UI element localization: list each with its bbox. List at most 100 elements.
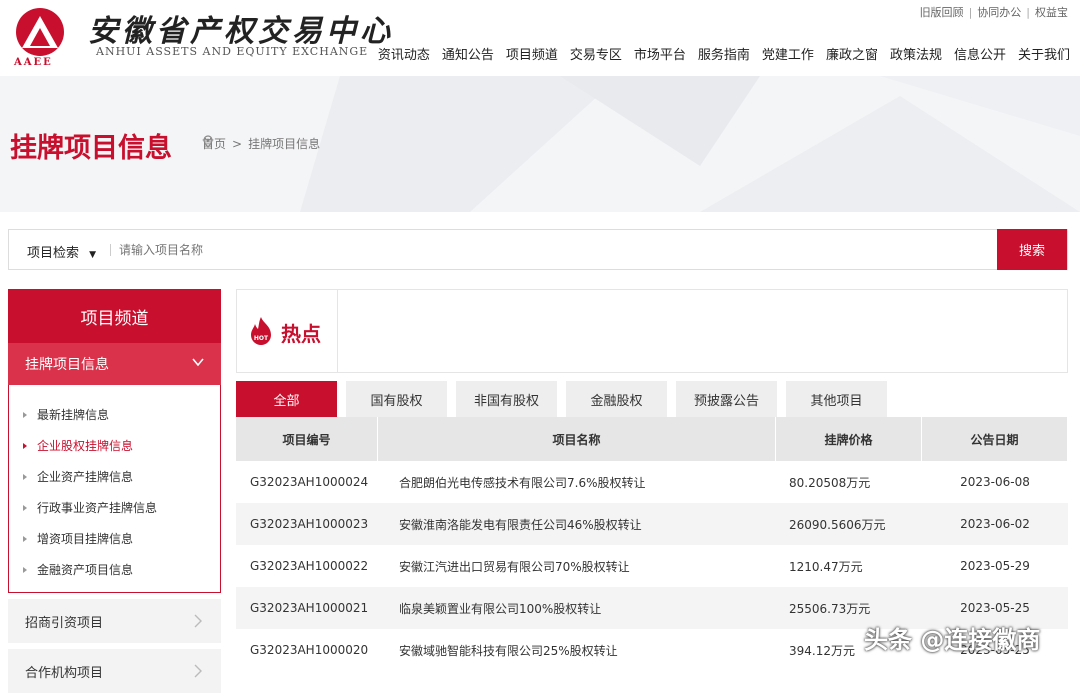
- location-pin-icon: [203, 135, 213, 148]
- column-header-date: 公告日期: [922, 417, 1068, 461]
- cell-date: 2023-05-29: [960, 559, 1030, 573]
- nav-item-projects[interactable]: 项目频道: [506, 44, 558, 63]
- cell-project-id: G32023AH1000023: [250, 517, 369, 531]
- column-header-name: 项目名称: [378, 417, 776, 461]
- cell-project-name[interactable]: 安徽江汽进出口贸易有限公司70%股权转让: [378, 558, 776, 575]
- cell-project-id: G32023AH1000024: [250, 475, 369, 489]
- aaee-logo-icon[interactable]: [10, 6, 70, 58]
- bullet-icon: [23, 411, 27, 418]
- watermark-text: 头条 @连接徽商: [864, 626, 1041, 654]
- tab-pre-disclosure[interactable]: 预披露公告: [676, 381, 777, 417]
- cell-date: 2023-05-25: [960, 601, 1030, 615]
- sidebar-item-latest[interactable]: 最新挂牌信息: [9, 399, 220, 430]
- nav-item-market[interactable]: 市场平台: [634, 44, 686, 63]
- top-link-office[interactable]: 协同办公: [977, 6, 1021, 19]
- nav-item-disclosure[interactable]: 信息公开: [954, 44, 1006, 63]
- cell-price: 26090.5606万元: [789, 517, 886, 532]
- top-link-old-version[interactable]: 旧版回顾: [920, 6, 964, 19]
- page-banner: 挂牌项目信息 首页 > 挂牌项目信息: [0, 76, 1080, 212]
- nav-item-policy[interactable]: 政策法规: [890, 44, 942, 63]
- sidebar-item-partners[interactable]: 合作机构项目: [8, 649, 221, 693]
- hot-icon-text: HOT: [254, 335, 269, 342]
- cell-price: 80.20508万元: [789, 475, 871, 490]
- search-category-select[interactable]: 项目检索 ▼: [27, 242, 96, 261]
- sidebar-item-financial-assets[interactable]: 金融资产项目信息: [9, 554, 220, 585]
- column-header-id: 项目编号: [236, 417, 378, 461]
- chevron-down-icon: [192, 358, 204, 367]
- nav-item-about[interactable]: 关于我们: [1018, 44, 1070, 63]
- search-button[interactable]: 搜索: [997, 229, 1067, 270]
- category-tabs: 全部 国有股权 非国有股权 金融股权 预披露公告 其他项目: [236, 381, 887, 417]
- bullet-icon: [23, 566, 27, 573]
- cell-price: 25506.73万元: [789, 601, 871, 616]
- sidebar-item-label: 行政事业资产挂牌信息: [37, 501, 158, 515]
- sidebar-item-admin-assets[interactable]: 行政事业资产挂牌信息: [9, 492, 220, 523]
- cell-date: 2023-06-02: [960, 517, 1030, 531]
- caret-down-icon: ▼: [89, 250, 97, 260]
- table-row[interactable]: G32023AH1000023 安徽淮南洛能发电有限责任公司46%股权转让 26…: [236, 503, 1068, 545]
- nav-item-news[interactable]: 资讯动态: [378, 44, 430, 63]
- cell-project-id: G32023AH1000020: [250, 643, 369, 657]
- cell-project-name[interactable]: 合肥朗伯光电传感技术有限公司7.6%股权转让: [378, 474, 776, 491]
- sidebar-item-assets[interactable]: 企业资产挂牌信息: [9, 461, 220, 492]
- breadcrumb-current: 挂牌项目信息: [248, 137, 321, 151]
- tab-other[interactable]: 其他项目: [786, 381, 887, 417]
- tab-non-state-equity[interactable]: 非国有股权: [456, 381, 557, 417]
- cell-date: 2023-06-08: [960, 475, 1030, 489]
- site-header: AAEE 安徽省产权交易中心 ANHUI ASSETS AND EQUITY E…: [0, 0, 1080, 76]
- logo-english-name: ANHUI ASSETS AND EQUITY EXCHANGE: [96, 45, 369, 58]
- tab-state-equity[interactable]: 国有股权: [346, 381, 447, 417]
- bullet-icon: [23, 442, 27, 449]
- divider: [110, 244, 111, 256]
- breadcrumb: 首页 > 挂牌项目信息: [202, 135, 320, 152]
- sidebar-item-label: 企业股权挂牌信息: [37, 439, 134, 453]
- hot-title: 热点: [281, 322, 321, 346]
- bullet-icon: [23, 535, 27, 542]
- search-category-label: 项目检索: [27, 246, 80, 261]
- logo-abbreviation: AAEE: [14, 57, 53, 68]
- sidebar-item-capital-increase[interactable]: 增资项目挂牌信息: [9, 523, 220, 554]
- breadcrumb-separator: >: [232, 136, 243, 151]
- cell-price: 1210.47万元: [789, 559, 863, 574]
- sidebar-section-listed[interactable]: 挂牌项目信息: [8, 343, 221, 385]
- sidebar-item-label: 合作机构项目: [25, 665, 104, 681]
- tab-all[interactable]: 全部: [236, 381, 337, 417]
- sidebar-item-investment[interactable]: 招商引资项目: [8, 599, 221, 643]
- nav-item-trading[interactable]: 交易专区: [570, 44, 622, 63]
- search-bar: 项目检索 ▼ 搜索: [8, 229, 1068, 270]
- bullet-icon: [23, 504, 27, 511]
- sidebar-item-label: 金融资产项目信息: [37, 563, 134, 577]
- chevron-right-icon: [194, 614, 202, 628]
- sidebar-title: 项目频道: [8, 289, 221, 343]
- top-link-quanyibao[interactable]: 权益宝: [1035, 6, 1068, 19]
- hot-box: HOT 热点: [236, 289, 1068, 373]
- nav-item-notices[interactable]: 通知公告: [442, 44, 494, 63]
- cell-project-id: G32023AH1000022: [250, 559, 369, 573]
- nav-item-guide[interactable]: 服务指南: [698, 44, 750, 63]
- divider: [337, 290, 338, 372]
- sidebar-item-label: 最新挂牌信息: [37, 408, 110, 422]
- nav-item-integrity[interactable]: 廉政之窗: [826, 44, 878, 63]
- sidebar-item-label: 企业资产挂牌信息: [37, 470, 134, 484]
- nav-item-party[interactable]: 党建工作: [762, 44, 814, 63]
- sidebar-item-equity[interactable]: 企业股权挂牌信息: [9, 430, 220, 461]
- sidebar: 项目频道 挂牌项目信息 最新挂牌信息 企业股权挂牌信息 企业资产挂牌信息 行政事…: [8, 289, 221, 693]
- main-nav: 资讯动态 通知公告 项目频道 交易专区 市场平台 服务指南 党建工作 廉政之窗 …: [378, 44, 1070, 63]
- cell-project-name[interactable]: 安徽域驰智能科技有限公司25%股权转让: [378, 642, 776, 659]
- separator: |: [968, 6, 973, 19]
- tab-financial-equity[interactable]: 金融股权: [566, 381, 667, 417]
- page-title: 挂牌项目信息: [10, 133, 172, 164]
- top-links: 旧版回顾 | 协同办公 | 权益宝: [920, 4, 1068, 20]
- logo-chinese-name[interactable]: 安徽省产权交易中心: [88, 6, 394, 50]
- sidebar-section-label: 挂牌项目信息: [25, 357, 109, 373]
- sidebar-item-label: 招商引资项目: [25, 615, 104, 631]
- table-row[interactable]: G32023AH1000024 合肥朗伯光电传感技术有限公司7.6%股权转让 8…: [236, 461, 1068, 503]
- column-header-price: 挂牌价格: [776, 417, 922, 461]
- cell-project-name[interactable]: 临泉美颖置业有限公司100%股权转让: [378, 600, 776, 617]
- cell-project-name[interactable]: 安徽淮南洛能发电有限责任公司46%股权转让: [378, 516, 776, 533]
- sidebar-item-label: 增资项目挂牌信息: [37, 532, 134, 546]
- bullet-icon: [23, 473, 27, 480]
- hot-flame-icon: HOT: [251, 317, 271, 345]
- table-row[interactable]: G32023AH1000022 安徽江汽进出口贸易有限公司70%股权转让 121…: [236, 545, 1068, 587]
- search-input[interactable]: [119, 238, 719, 262]
